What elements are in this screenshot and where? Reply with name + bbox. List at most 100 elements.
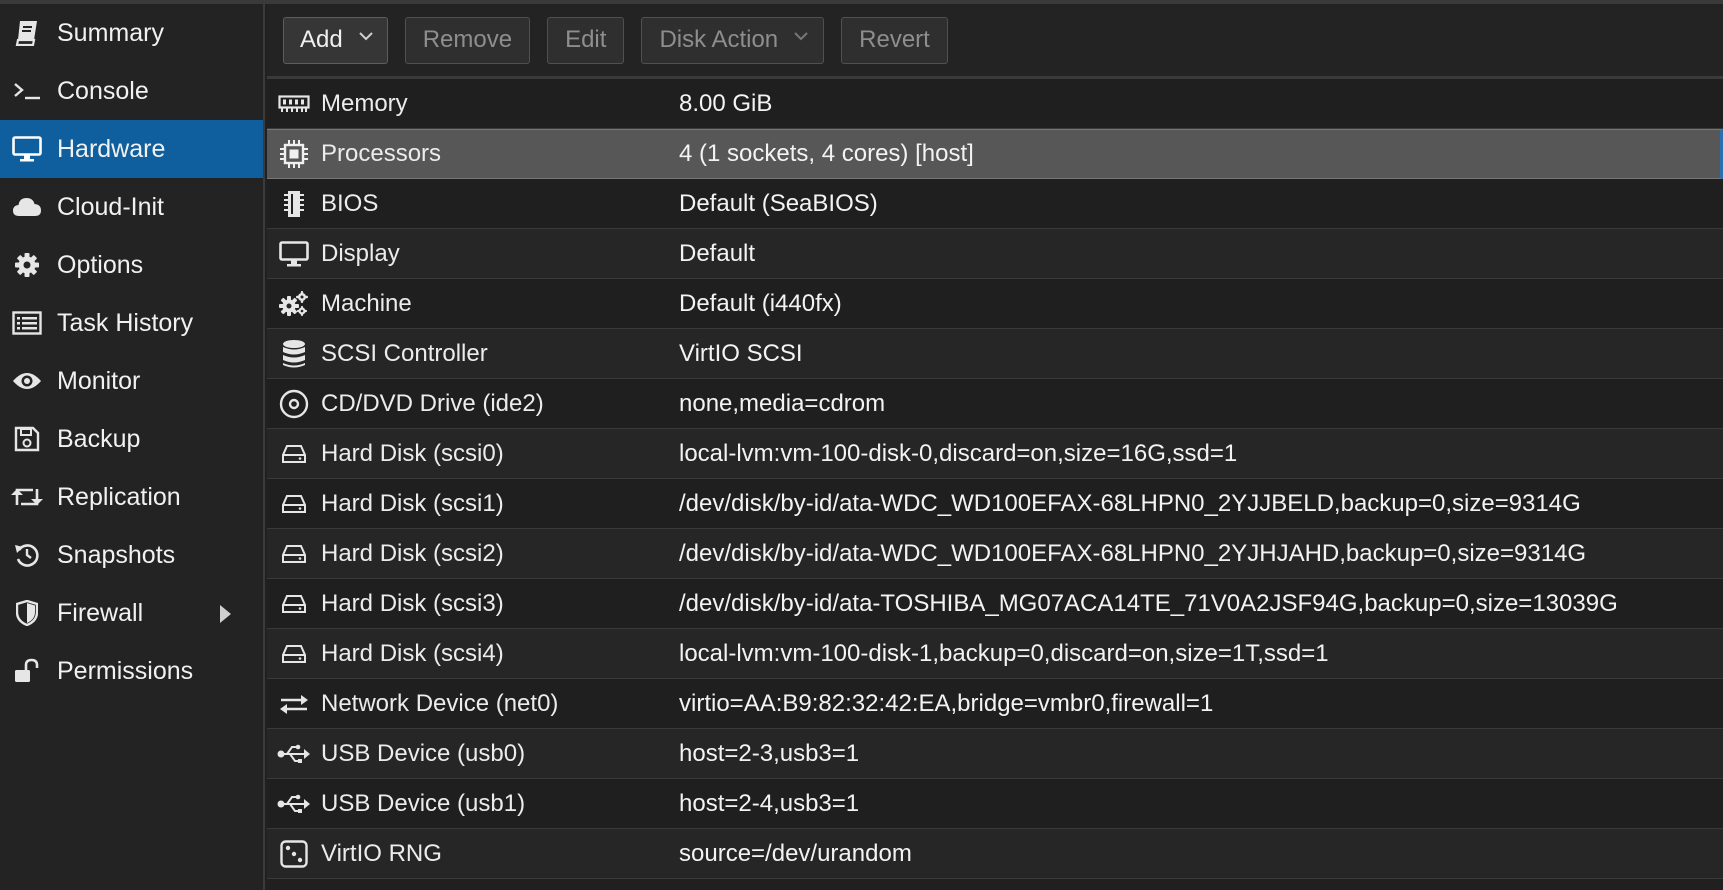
sidebar-item-summary[interactable]: Summary (0, 4, 263, 62)
hardware-panel: Add Remove Edit Disk Action Revert Memor… (267, 4, 1723, 890)
eye-icon (11, 365, 43, 397)
memory-icon (267, 79, 321, 128)
chevron-down-icon (358, 31, 373, 43)
sidebar-item-label: Options (57, 250, 144, 279)
hardware-name: Machine (321, 289, 412, 317)
hardware-value: source=/dev/urandom (679, 839, 912, 867)
terminal-icon (11, 75, 43, 107)
database-icon (267, 329, 321, 378)
sidebar-item-snapshots[interactable]: Snapshots (0, 526, 263, 584)
table-row[interactable]: USB Device (usb0) host=2-3,usb3=1 (267, 729, 1723, 779)
sidebar-item-console[interactable]: Console (0, 62, 263, 120)
submenu-arrow-icon[interactable] (220, 605, 231, 623)
sidebar-item-backup[interactable]: Backup (0, 410, 263, 468)
hdd-icon (267, 479, 321, 528)
revert-button[interactable]: Revert (841, 16, 948, 64)
table-row[interactable]: CD/DVD Drive (ide2) none,media=cdrom (267, 379, 1723, 429)
hdd-icon (267, 579, 321, 628)
monitor-icon (11, 133, 43, 165)
edit-button[interactable]: Edit (547, 16, 625, 64)
sidebar-item-options[interactable]: Options (0, 236, 263, 294)
table-row[interactable]: Memory 8.00 GiB (267, 79, 1723, 129)
sidebar-item-label: Hardware (57, 134, 166, 163)
table-row[interactable]: Network Device (net0) virtio=AA:B9:82:32… (267, 679, 1723, 729)
sidebar-item-monitor[interactable]: Monitor (0, 352, 263, 410)
cogs-icon (267, 279, 321, 328)
sidebar-item-hardware[interactable]: Hardware (0, 120, 263, 178)
shield-icon (11, 597, 43, 629)
remove-button[interactable]: Remove (404, 16, 531, 64)
table-row[interactable]: Display Default (267, 229, 1723, 279)
hardware-value: VirtIO SCSI (679, 339, 803, 367)
edit-button-label: Edit (565, 26, 607, 53)
hardware-name: Hard Disk (scsi3) (321, 589, 504, 617)
retweet-icon (11, 481, 43, 513)
table-row[interactable]: BIOS Default (SeaBIOS) (267, 179, 1723, 229)
unlock-icon (11, 655, 43, 687)
sidebar-item-cloud-init[interactable]: Cloud-Init (0, 178, 263, 236)
hardware-value: local-lvm:vm-100-disk-0,discard=on,size=… (679, 439, 1238, 467)
add-button[interactable]: Add (283, 16, 388, 64)
hardware-name: VirtIO RNG (321, 839, 442, 867)
hdd-icon (267, 529, 321, 578)
sidebar-item-replication[interactable]: Replication (0, 468, 263, 526)
sidebar-item-label: Permissions (57, 656, 194, 685)
hardware-name: Hard Disk (scsi1) (321, 489, 504, 517)
hardware-value: virtio=AA:B9:82:32:42:EA,bridge=vmbr0,fi… (679, 689, 1214, 717)
hardware-value: none,media=cdrom (679, 389, 886, 417)
hardware-name: Hard Disk (scsi2) (321, 539, 504, 567)
table-row-selected[interactable]: Processors 4 (1 sockets, 4 cores) [host] (267, 129, 1723, 179)
hardware-value: host=2-3,usb3=1 (679, 739, 860, 767)
chevron-down-icon (794, 31, 808, 43)
hardware-name: Hard Disk (scsi0) (321, 439, 504, 467)
sidebar-item-label: Backup (57, 424, 141, 453)
hardware-name: USB Device (usb1) (321, 789, 526, 817)
sidebar-item-firewall[interactable]: Firewall (0, 584, 263, 642)
table-row[interactable]: SCSI Controller VirtIO SCSI (267, 329, 1723, 379)
table-row[interactable]: Machine Default (i440fx) (267, 279, 1723, 329)
hardware-name: Memory (321, 89, 408, 117)
remove-button-label: Remove (422, 26, 513, 53)
sidebar-item-label: Monitor (57, 366, 141, 395)
sidebar-item-label: Task History (57, 308, 194, 337)
hardware-value: local-lvm:vm-100-disk-1,backup=0,discard… (679, 639, 1329, 667)
book-icon (11, 17, 43, 49)
sidebar-item-label: Summary (57, 18, 164, 47)
hardware-value: /dev/disk/by-id/ata-TOSHIBA_MG07ACA14TE_… (679, 589, 1618, 617)
desktop-icon (267, 229, 321, 278)
table-row[interactable]: Hard Disk (scsi1) /dev/disk/by-id/ata-WD… (267, 479, 1723, 529)
hardware-name: Hard Disk (scsi4) (321, 639, 504, 667)
hardware-value: 4 (1 sockets, 4 cores) [host] (679, 140, 974, 167)
hdd-icon (267, 629, 321, 678)
hardware-name: Network Device (net0) (321, 689, 559, 717)
hardware-name: SCSI Controller (321, 339, 488, 367)
usb-icon (267, 729, 321, 778)
sidebar-item-label: Cloud-Init (57, 192, 164, 221)
hardware-grid: Memory 8.00 GiB Processors 4 (1 sockets,… (267, 79, 1723, 879)
sidebar-item-task-history[interactable]: Task History (0, 294, 263, 352)
list-icon (11, 307, 43, 339)
hardware-value: /dev/disk/by-id/ata-WDC_WD100EFAX-68LHPN… (679, 489, 1581, 517)
hardware-value: Default (SeaBIOS) (679, 189, 878, 217)
exchange-icon (267, 679, 321, 728)
toolbar: Add Remove Edit Disk Action Revert (267, 4, 1723, 79)
history-icon (11, 539, 43, 571)
sidebar-item-permissions[interactable]: Permissions (0, 642, 263, 700)
table-row[interactable]: VirtIO RNG source=/dev/urandom (267, 829, 1723, 879)
microchip-icon (267, 179, 321, 228)
sidebar-item-label: Console (57, 76, 149, 105)
table-row[interactable]: Hard Disk (scsi4) local-lvm:vm-100-disk-… (267, 629, 1723, 679)
hdd-icon (267, 429, 321, 478)
usb-icon (267, 779, 321, 828)
table-row[interactable]: USB Device (usb1) host=2-4,usb3=1 (267, 779, 1723, 829)
add-button-label: Add (300, 26, 343, 53)
table-row[interactable]: Hard Disk (scsi0) local-lvm:vm-100-disk-… (267, 429, 1723, 479)
table-row[interactable]: Hard Disk (scsi2) /dev/disk/by-id/ata-WD… (267, 529, 1723, 579)
hardware-name: Display (321, 239, 400, 267)
hardware-value: /dev/disk/by-id/ata-WDC_WD100EFAX-68LHPN… (679, 539, 1587, 567)
disk-action-button[interactable]: Disk Action (641, 16, 825, 64)
hardware-name: CD/DVD Drive (ide2) (321, 389, 544, 417)
table-row[interactable]: Hard Disk (scsi3) /dev/disk/by-id/ata-TO… (267, 579, 1723, 629)
hardware-name: USB Device (usb0) (321, 739, 526, 767)
hardware-value: Default (i440fx) (679, 289, 842, 317)
